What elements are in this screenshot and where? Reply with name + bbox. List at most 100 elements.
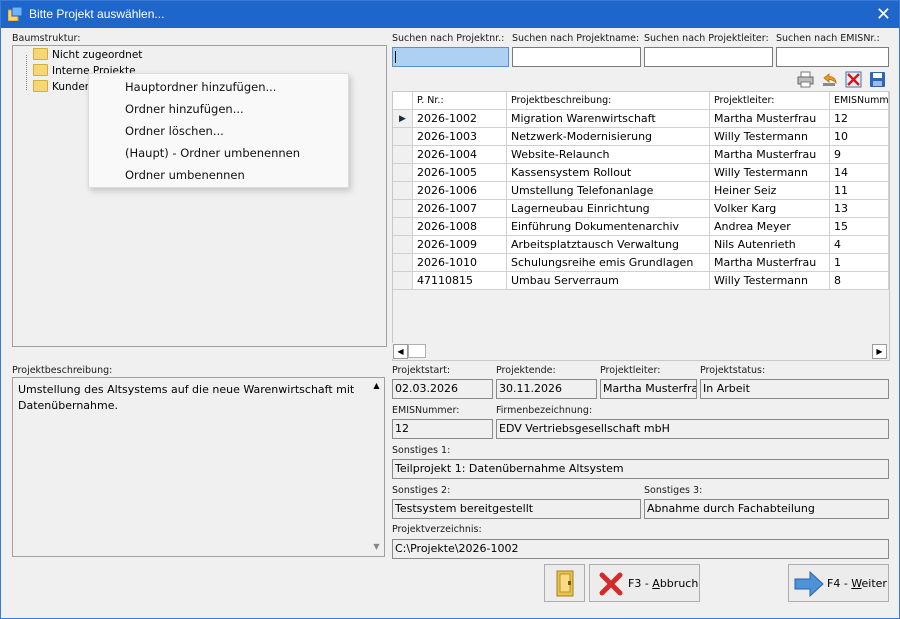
column-header-projektleiter[interactable]: Projektleiter: <box>710 92 830 110</box>
firmenbezeichnung-field[interactable]: EDV Vertriebsgesellschaft mbH <box>496 419 889 439</box>
project-table[interactable]: P. Nr.: Projektbeschreibung: Projektleit… <box>392 91 890 361</box>
sonstiges1-field[interactable]: Teilprojekt 1: Datenübernahme Altsystem <box>392 459 889 479</box>
menu-item-rename-main-folder[interactable]: (Haupt) - Ordner umbenennen <box>125 146 300 160</box>
table-row[interactable]: 47110815 Umbau Serverraum Willy Testermann… <box>393 272 889 290</box>
cell-emisnummer[interactable]: 12 <box>830 110 889 128</box>
cell-emisnummer[interactable]: 15 <box>830 218 889 236</box>
row-selector[interactable] <box>393 182 413 200</box>
column-header-pnr[interactable]: P. Nr.: <box>413 92 507 110</box>
cell-projektleiter[interactable]: Willy Testermann <box>710 164 830 182</box>
cell-pnr[interactable]: 2026-1003 <box>413 128 507 146</box>
table-row[interactable]: ▶ 2026-1002 Migration Warenwirtschaft Marth… <box>393 110 889 128</box>
table-row[interactable]: 2026-1007 Lagerneubau Einrichtung Volker K… <box>393 200 889 218</box>
cell-emisnummer[interactable]: 10 <box>830 128 889 146</box>
cell-emisnummer[interactable]: 11 <box>830 182 889 200</box>
cell-pnr[interactable]: 2026-1010 <box>413 254 507 272</box>
cell-projektleiter[interactable]: Heiner Seiz <box>710 182 830 200</box>
next-button[interactable]: F4 - Weiter <box>788 564 889 602</box>
tree-item-kunden[interactable]: Kunden <box>33 80 91 96</box>
column-header-beschreibung[interactable]: Projektbeschreibung: <box>507 92 710 110</box>
search-projektname-input[interactable] <box>512 47 641 67</box>
cell-pnr[interactable]: 2026-1007 <box>413 200 507 218</box>
table-row[interactable]: 2026-1008 Einführung Dokumentenarchiv Andr… <box>393 218 889 236</box>
cell-emisnummer[interactable]: 4 <box>830 236 889 254</box>
table-row[interactable]: 2026-1004 Website-Relaunch Martha Musterfr… <box>393 146 889 164</box>
row-selector[interactable] <box>393 272 413 290</box>
cell-emisnummer[interactable]: 9 <box>830 146 889 164</box>
cell-pnr[interactable]: 2026-1009 <box>413 236 507 254</box>
cell-emisnummer[interactable]: 8 <box>830 272 889 290</box>
menu-item-rename-folder[interactable]: Ordner umbenennen <box>125 168 245 182</box>
search-projektleiter-input[interactable] <box>644 47 773 67</box>
cell-emisnummer[interactable]: 13 <box>830 200 889 218</box>
projektleiter-field[interactable]: Martha Musterfrau <box>600 379 697 399</box>
cell-projektleiter[interactable]: Andrea Meyer <box>710 218 830 236</box>
row-selector[interactable]: ▶ <box>393 110 413 128</box>
table-row[interactable]: 2026-1010 Schulungsreihe emis Grundlagen M… <box>393 254 889 272</box>
cell-emisnummer[interactable]: 1 <box>830 254 889 272</box>
cell-projektleiter[interactable]: Martha Musterfrau <box>710 110 830 128</box>
cell-pnr[interactable]: 47110815 <box>413 272 507 290</box>
row-selector[interactable] <box>393 200 413 218</box>
sonstiges3-field[interactable]: Abnahme durch Fachabteilung <box>644 499 889 519</box>
table-row[interactable]: 2026-1005 Kassensystem Rollout Willy Teste… <box>393 164 889 182</box>
cell-beschreibung[interactable]: Einführung Dokumentenarchiv <box>507 218 710 236</box>
cell-projektleiter[interactable]: Nils Autenrieth <box>710 236 830 254</box>
cell-projektleiter[interactable]: Willy Testermann <box>710 272 830 290</box>
printer-icon[interactable] <box>797 71 814 88</box>
projektstatus-field[interactable]: In Arbeit <box>700 379 889 399</box>
menu-item-delete-folder[interactable]: Ordner löschen... <box>125 124 224 138</box>
cell-beschreibung[interactable]: Umstellung Telefonanlage <box>507 182 710 200</box>
projektstart-field[interactable]: 02.03.2026 <box>392 379 493 399</box>
table-row[interactable]: 2026-1006 Umstellung Telefonanlage Heiner … <box>393 182 889 200</box>
tree-item-nicht-zugeordnet[interactable]: Nicht zugeordnet <box>33 48 142 64</box>
description-box[interactable]: Umstellung des Altsystems auf die neue W… <box>12 377 385 557</box>
row-selector[interactable] <box>393 146 413 164</box>
cell-beschreibung[interactable]: Kassensystem Rollout <box>507 164 710 182</box>
search-emisnr-input[interactable] <box>776 47 889 67</box>
scroll-thumb[interactable] <box>408 344 426 358</box>
cell-beschreibung[interactable]: Schulungsreihe emis Grundlagen <box>507 254 710 272</box>
sonstiges2-field[interactable]: Testsystem bereitgestellt <box>392 499 641 519</box>
cell-pnr[interactable]: 2026-1006 <box>413 182 507 200</box>
cell-pnr[interactable]: 2026-1004 <box>413 146 507 164</box>
menu-item-add-main-folder[interactable]: Hauptordner hinzufügen... <box>125 80 276 94</box>
projektende-field[interactable]: 30.11.2026 <box>496 379 597 399</box>
scroll-right-icon[interactable]: ▶ <box>872 344 887 359</box>
cell-beschreibung[interactable]: Lagerneubau Einrichtung <box>507 200 710 218</box>
cell-pnr[interactable]: 2026-1002 <box>413 110 507 128</box>
description-scrollbar[interactable]: ▲ ▼ <box>368 378 384 556</box>
scroll-left-icon[interactable]: ◀ <box>393 344 408 359</box>
row-selector[interactable] <box>393 218 413 236</box>
projektverzeichnis-field[interactable]: C:\Projekte\2026-1002 <box>392 539 889 559</box>
cell-pnr[interactable]: 2026-1008 <box>413 218 507 236</box>
table-row[interactable]: 2026-1009 Arbeitsplatztausch Verwaltung Ni… <box>393 236 889 254</box>
scroll-down-icon[interactable]: ▼ <box>369 540 384 555</box>
undo-icon[interactable] <box>821 71 838 88</box>
cancel-button[interactable]: F3 - Abbruch <box>589 564 700 602</box>
cell-beschreibung[interactable]: Netzwerk-Modernisierung <box>507 128 710 146</box>
cell-projektleiter[interactable]: Martha Musterfrau <box>710 254 830 272</box>
open-folder-button[interactable] <box>544 564 585 602</box>
delete-icon[interactable] <box>845 71 862 88</box>
cell-beschreibung[interactable]: Migration Warenwirtschaft <box>507 110 710 128</box>
scroll-up-icon[interactable]: ▲ <box>369 379 384 394</box>
row-selector[interactable] <box>393 254 413 272</box>
search-projektnr-input[interactable] <box>392 47 509 67</box>
table-horizontal-scrollbar[interactable]: ◀ ▶ <box>392 343 888 359</box>
save-icon[interactable] <box>869 71 886 88</box>
cell-projektleiter[interactable]: Martha Musterfrau <box>710 146 830 164</box>
cell-pnr[interactable]: 2026-1005 <box>413 164 507 182</box>
cell-emisnummer[interactable]: 14 <box>830 164 889 182</box>
table-row[interactable]: 2026-1003 Netzwerk-Modernisierung Willy Te… <box>393 128 889 146</box>
row-selector[interactable] <box>393 164 413 182</box>
cell-projektleiter[interactable]: Willy Testermann <box>710 128 830 146</box>
cell-beschreibung[interactable]: Website-Relaunch <box>507 146 710 164</box>
menu-item-add-folder[interactable]: Ordner hinzufügen... <box>125 102 244 116</box>
row-selector[interactable] <box>393 236 413 254</box>
row-selector[interactable] <box>393 128 413 146</box>
cell-beschreibung[interactable]: Umbau Serverraum <box>507 272 710 290</box>
column-header-emisnummer[interactable]: EMISNumm <box>830 92 889 110</box>
close-icon[interactable]: ✕ <box>876 4 891 25</box>
cell-projektleiter[interactable]: Volker Karg <box>710 200 830 218</box>
